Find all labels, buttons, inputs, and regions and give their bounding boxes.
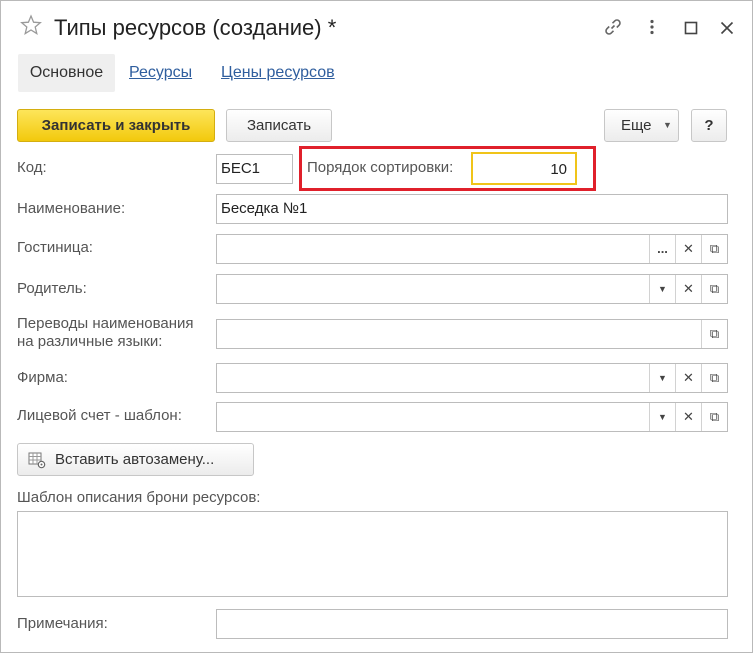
- help-button[interactable]: ?: [691, 109, 727, 142]
- open-icon[interactable]: ⧉: [701, 235, 727, 263]
- window-title: Типы ресурсов (создание) *: [54, 15, 337, 40]
- clear-icon[interactable]: ✕: [675, 275, 701, 303]
- firm-field[interactable]: ▼ ✕ ⧉: [216, 363, 728, 393]
- clear-icon[interactable]: ✕: [675, 403, 701, 431]
- code-label: Код:: [17, 159, 47, 176]
- notes-label: Примечания:: [17, 615, 108, 632]
- chevron-down-icon: ▼: [663, 120, 672, 130]
- more-vertical-icon[interactable]: [643, 18, 661, 36]
- save-button[interactable]: Записать: [226, 109, 332, 142]
- account-template-field[interactable]: ▼ ✕ ⧉: [216, 402, 728, 432]
- dropdown-arrow-icon[interactable]: ▼: [649, 403, 675, 431]
- save-and-close-button[interactable]: Записать и закрыть: [17, 109, 215, 142]
- favorite-star-icon[interactable]: [20, 14, 42, 36]
- open-icon[interactable]: ⧉: [701, 275, 727, 303]
- open-icon[interactable]: ⧉: [701, 403, 727, 431]
- table-settings-icon: [28, 452, 46, 469]
- parent-field[interactable]: ▼ ✕ ⧉: [216, 274, 728, 304]
- open-icon[interactable]: ⧉: [701, 364, 727, 392]
- name-field[interactable]: Беседка №1: [216, 194, 728, 224]
- account-template-label: Лицевой счет - шаблон:: [17, 407, 182, 424]
- translations-field[interactable]: ⧉: [216, 319, 728, 349]
- open-icon[interactable]: ⧉: [701, 320, 727, 348]
- clear-icon[interactable]: ✕: [675, 364, 701, 392]
- clear-icon[interactable]: ✕: [675, 235, 701, 263]
- template-textarea[interactable]: [17, 511, 728, 597]
- tab-resource-prices[interactable]: Цены ресурсов: [221, 54, 335, 92]
- code-field[interactable]: БЕС1: [216, 154, 293, 184]
- tab-resources[interactable]: Ресурсы: [129, 54, 192, 92]
- parent-label: Родитель:: [17, 280, 87, 297]
- tab-main[interactable]: Основное: [18, 54, 115, 92]
- more-button[interactable]: Еще ▼: [604, 109, 679, 142]
- close-icon[interactable]: [718, 19, 736, 37]
- template-label: Шаблон описания брони ресурсов:: [17, 489, 261, 506]
- notes-field[interactable]: [216, 609, 728, 639]
- firm-label: Фирма:: [17, 369, 68, 386]
- form-window: Типы ресурсов (создание) * Основное Ресу…: [0, 0, 753, 653]
- hotel-label: Гостиница:: [17, 239, 93, 256]
- dropdown-arrow-icon[interactable]: ▼: [649, 364, 675, 392]
- insert-autoreplace-label: Вставить автозамену...: [55, 451, 215, 468]
- select-ellipsis-icon[interactable]: ...: [649, 235, 675, 263]
- name-label: Наименование:: [17, 200, 126, 217]
- translations-label-line1: Переводы наименования: [17, 315, 194, 332]
- translations-label-line2: на различные языки:: [17, 333, 163, 350]
- dropdown-arrow-icon[interactable]: ▼: [649, 275, 675, 303]
- maximize-icon[interactable]: [682, 19, 700, 37]
- insert-autoreplace-button[interactable]: Вставить автозамену...: [17, 443, 254, 476]
- highlight-frame: [299, 146, 596, 191]
- more-button-label: Еще: [621, 117, 652, 134]
- link-icon[interactable]: [604, 18, 622, 36]
- hotel-field[interactable]: ... ✕ ⧉: [216, 234, 728, 264]
